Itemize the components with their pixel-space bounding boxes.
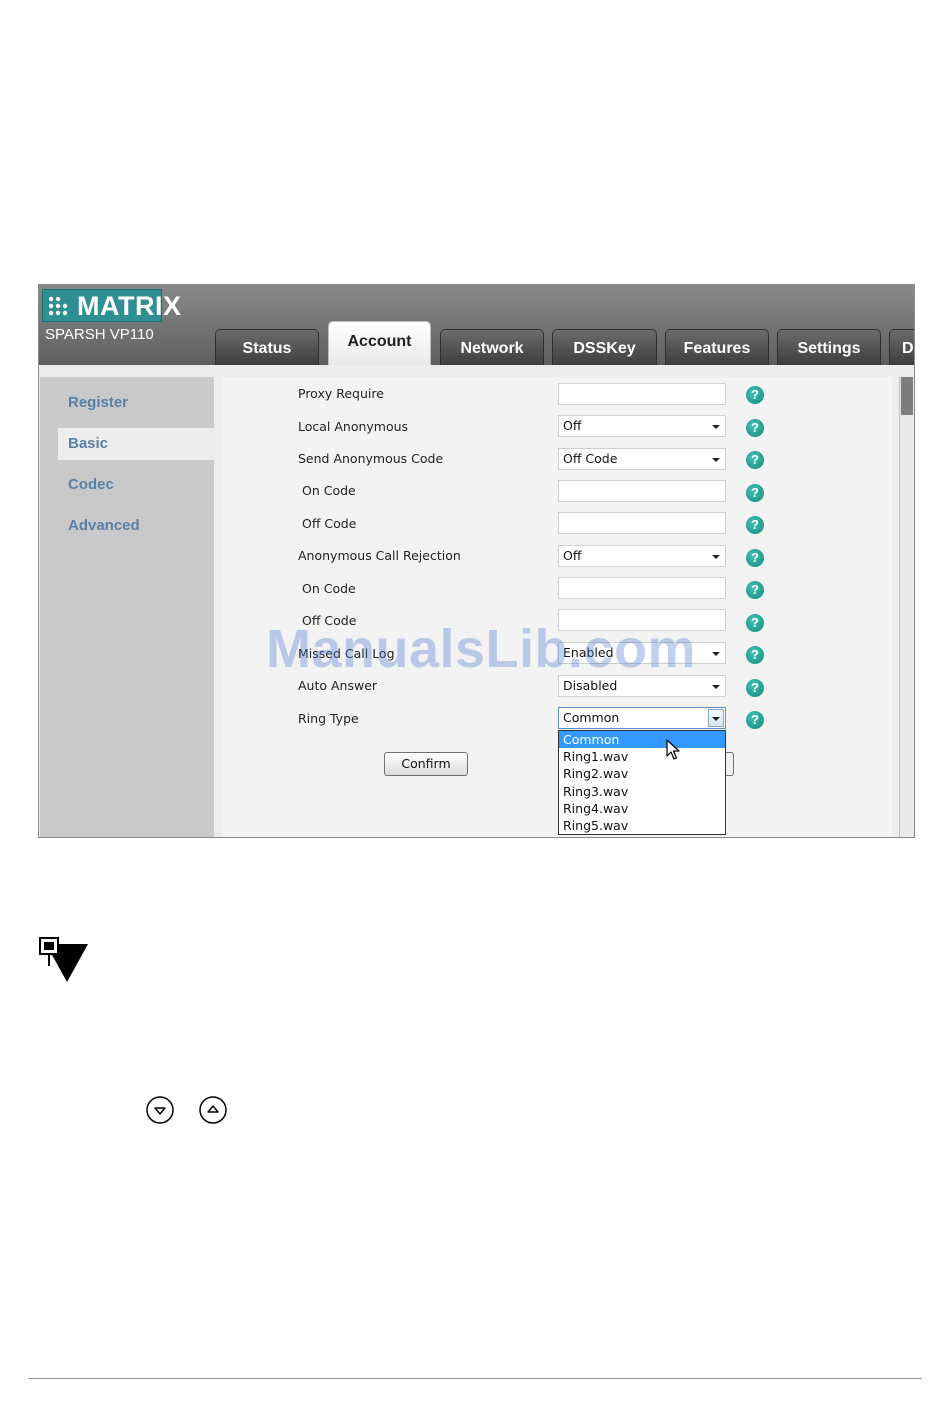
help-icon[interactable]: ? <box>746 484 764 502</box>
local-anonymous-select[interactable]: Off <box>558 415 726 437</box>
label-rejection-on-code: On Code <box>302 581 356 596</box>
scrollbar[interactable] <box>899 377 914 837</box>
watermark: ManualsLib.com <box>266 619 697 679</box>
option-ring1[interactable]: Ring1.wav <box>559 748 725 765</box>
chevron-down-icon <box>712 555 720 559</box>
confirm-button[interactable]: Confirm <box>384 752 468 776</box>
send-anonymous-code-select[interactable]: Off Code <box>558 448 726 470</box>
model-name: SPARSH VP110 <box>45 326 154 343</box>
label-anonymous-call-rejection: Anonymous Call Rejection <box>298 548 461 563</box>
off-code-input[interactable] <box>558 512 726 534</box>
dropdown-button[interactable] <box>708 709 724 727</box>
up-arrow-key-icon <box>199 1096 227 1124</box>
option-ring5[interactable]: Ring5.wav <box>559 817 725 834</box>
help-icon[interactable]: ? <box>746 614 764 632</box>
help-icon[interactable]: ? <box>746 646 764 664</box>
logo-dots-icon <box>48 296 68 316</box>
chevron-down-icon <box>712 717 720 721</box>
tab-d-partial[interactable]: D <box>889 329 914 365</box>
proxy-require-input[interactable] <box>558 383 726 405</box>
label-proxy-require: Proxy Require <box>298 386 384 401</box>
label-auto-answer: Auto Answer <box>298 678 378 693</box>
note-pin-icon <box>39 937 88 982</box>
select-value: Off <box>563 418 582 433</box>
main-tabs: Status Account Network DSSKey Features S… <box>215 321 914 365</box>
label-local-anonymous: Local Anonymous <box>298 419 409 434</box>
chevron-down-icon <box>712 425 720 429</box>
scrollbar-thumb[interactable] <box>901 377 913 415</box>
chevron-down-icon <box>712 685 720 689</box>
top-bar: MATRIX SPARSH VP110 Status Account Netwo… <box>39 285 914 365</box>
on-code-input[interactable] <box>558 480 726 502</box>
label-off-code: Off Code <box>302 516 357 531</box>
ring-type-select[interactable]: Common <box>558 707 726 729</box>
help-icon[interactable]: ? <box>746 419 764 437</box>
help-icon[interactable]: ? <box>746 549 764 567</box>
footer-divider <box>28 1378 922 1379</box>
sidebar-item-advanced[interactable]: Advanced <box>40 510 214 542</box>
label-send-anonymous-code: Send Anonymous Code <box>298 451 444 466</box>
tab-dsskey[interactable]: DSSKey <box>552 329 657 365</box>
chevron-down-icon <box>712 652 720 656</box>
sidebar-item-basic[interactable]: Basic <box>58 428 215 460</box>
select-value: Off Code <box>563 451 618 466</box>
option-common[interactable]: Common <box>559 731 725 749</box>
down-arrow-key-icon <box>146 1096 174 1124</box>
label-ring-type: Ring Type <box>298 711 359 726</box>
rejection-on-code-input[interactable] <box>558 577 726 599</box>
ring-type-options: Common Ring1.wav Ring2.wav Ring3.wav Rin… <box>558 730 726 835</box>
select-value: Common <box>563 710 620 725</box>
tab-features[interactable]: Features <box>665 329 769 365</box>
anonymous-call-rejection-select[interactable]: Off <box>558 545 726 567</box>
label-on-code: On Code <box>302 483 356 498</box>
settings-form: Proxy Require ? Local Anonymous Off ? Se… <box>222 377 892 837</box>
chevron-down-icon <box>712 458 720 462</box>
select-value: Off <box>563 548 582 563</box>
help-icon[interactable]: ? <box>746 581 764 599</box>
select-value: Disabled <box>563 678 618 693</box>
matrix-logo: MATRIX <box>42 289 181 322</box>
option-ring2[interactable]: Ring2.wav <box>559 765 725 782</box>
option-ring4[interactable]: Ring4.wav <box>559 800 725 817</box>
tab-network[interactable]: Network <box>440 329 544 365</box>
tab-status[interactable]: Status <box>215 329 319 365</box>
sidebar-item-register[interactable]: Register <box>40 387 214 419</box>
help-icon[interactable]: ? <box>746 386 764 404</box>
logo-text: MATRIX <box>77 291 182 321</box>
sidebar: Register Basic Codec Advanced <box>40 377 215 837</box>
help-icon[interactable]: ? <box>746 516 764 534</box>
help-icon[interactable]: ? <box>746 711 764 729</box>
option-ring3[interactable]: Ring3.wav <box>559 783 725 800</box>
tab-settings[interactable]: Settings <box>777 329 881 365</box>
help-icon[interactable]: ? <box>746 451 764 469</box>
mouse-cursor-icon <box>666 739 680 760</box>
web-ui-screenshot: MATRIX SPARSH VP110 Status Account Netwo… <box>38 284 915 838</box>
tab-account[interactable]: Account <box>328 321 431 365</box>
help-icon[interactable]: ? <box>746 679 764 697</box>
sidebar-item-codec[interactable]: Codec <box>40 469 214 501</box>
